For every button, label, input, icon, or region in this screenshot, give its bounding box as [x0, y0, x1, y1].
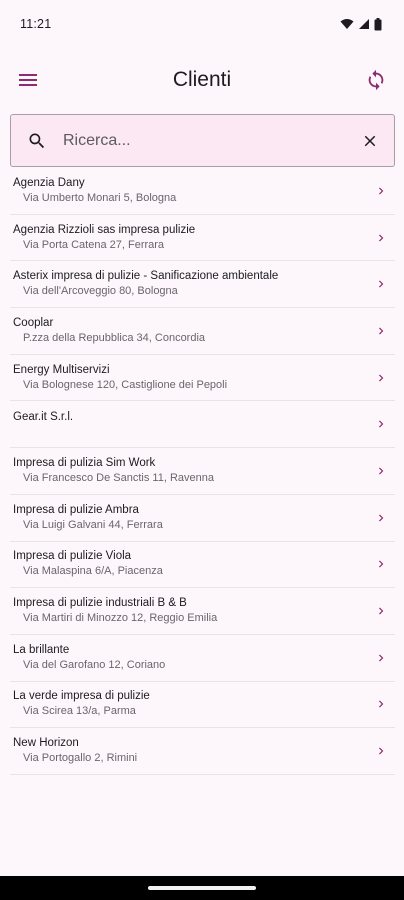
system-nav-bar: [0, 876, 404, 900]
sync-icon: [368, 69, 384, 91]
client-name: Asterix impresa di pulizie - Sanificazio…: [13, 270, 279, 283]
client-row[interactable]: Gear.it S.r.l.: [10, 401, 395, 449]
menu-icon: [19, 74, 37, 86]
chevron-right-icon[interactable]: [373, 556, 389, 572]
chevron-right-icon[interactable]: [373, 650, 389, 666]
client-text: Impresa di pulizie industriali B & B Via…: [13, 596, 217, 626]
clear-search-button[interactable]: [358, 129, 382, 153]
client-address: Via del Garofano 12, Coriano: [23, 658, 166, 671]
client-text: Impresa di pulizia Sim Work Via Francesc…: [13, 456, 214, 486]
wifi-icon: [340, 19, 354, 29]
client-list: Agenzia Dany Via Umberto Monari 5, Bolog…: [10, 168, 395, 775]
client-address: Via Portogallo 2, Rimini: [23, 752, 138, 765]
client-text: Agenzia Dany Via Umberto Monari 5, Bolog…: [13, 176, 176, 206]
chevron-right-icon[interactable]: [373, 370, 389, 386]
client-row[interactable]: Cooplar P.zza della Repubblica 34, Conco…: [10, 308, 395, 355]
chevron-right-icon[interactable]: [373, 463, 389, 479]
client-text: New Horizon Via Portogallo 2, Rimini: [13, 736, 137, 766]
client-address: Via Porta Catena 27, Ferrara: [23, 238, 165, 251]
chevron-right-icon[interactable]: [373, 323, 389, 339]
client-text: Impresa di pulizie Viola Via Malaspina 6…: [13, 549, 163, 579]
client-row[interactable]: Impresa di pulizie Viola Via Malaspina 6…: [10, 542, 395, 589]
menu-button[interactable]: [10, 62, 46, 98]
client-address: Via Martiri di Minozzo 12, Reggio Emilia: [23, 612, 218, 625]
status-bar: 11:21: [0, 0, 404, 48]
client-row[interactable]: Impresa di pulizie industriali B & B Via…: [10, 588, 395, 635]
client-name: La verde impresa di pulizie: [13, 690, 150, 703]
client-address: P.zza della Repubblica 34, Concordia: [23, 331, 206, 344]
page-title: Clienti: [172, 68, 232, 91]
chevron-right-icon[interactable]: [373, 603, 389, 619]
client-name: Impresa di pulizia Sim Work: [13, 456, 156, 469]
search-input[interactable]: [63, 131, 358, 150]
app-bar: Clienti: [0, 56, 404, 104]
client-address: Via Francesco De Sanctis 11, Ravenna: [23, 471, 214, 484]
client-text: Energy Multiservizi Via Bolognese 120, C…: [13, 363, 227, 393]
client-text: La verde impresa di pulizie Via Scirea 1…: [13, 689, 150, 719]
chevron-right-icon[interactable]: [373, 696, 389, 712]
client-address: Via dell'Arcoveggio 80, Bologna: [23, 285, 178, 298]
sync-button[interactable]: [358, 62, 394, 98]
client-name: Cooplar: [13, 316, 54, 329]
client-name: Agenzia Dany: [13, 176, 85, 189]
client-row[interactable]: New Horizon Via Portogallo 2, Rimini: [10, 728, 395, 775]
client-name: Impresa di pulizie industriali B & B: [13, 597, 187, 610]
client-row[interactable]: Impresa di pulizie Ambra Via Luigi Galva…: [10, 495, 395, 542]
client-name: New Horizon: [13, 737, 79, 750]
status-icons: [340, 17, 382, 31]
client-name: Impresa di pulizie Ambra: [13, 503, 139, 516]
client-row[interactable]: Energy Multiservizi Via Bolognese 120, C…: [10, 355, 395, 402]
client-name: Gear.it S.r.l.: [13, 410, 74, 423]
client-name: Energy Multiservizi: [13, 363, 110, 376]
client-text: Asterix impresa di pulizie - Sanificazio…: [13, 269, 278, 299]
client-row[interactable]: La verde impresa di pulizie Via Scirea 1…: [10, 682, 395, 729]
client-text: Gear.it S.r.l.: [13, 411, 73, 425]
client-name: Impresa di pulizie Viola: [13, 550, 132, 563]
client-row[interactable]: Asterix impresa di pulizie - Sanificazio…: [10, 261, 395, 309]
chevron-right-icon[interactable]: [373, 510, 389, 526]
chevron-right-icon[interactable]: [373, 230, 389, 246]
client-text: La brillante Via del Garofano 12, Corian…: [13, 643, 165, 673]
chevron-right-icon[interactable]: [373, 743, 389, 759]
client-address: Via Scirea 13/a, Parma: [23, 705, 136, 718]
client-address: Via Malaspina 6/A, Piacenza: [23, 565, 163, 578]
client-row[interactable]: La brillante Via del Garofano 12, Corian…: [10, 635, 395, 682]
client-text: Cooplar P.zza della Repubblica 34, Conco…: [13, 316, 205, 346]
home-handle[interactable]: [148, 886, 256, 890]
client-address: Via Umberto Monari 5, Bologna: [23, 191, 177, 204]
chevron-right-icon[interactable]: [373, 183, 389, 199]
client-row[interactable]: Agenzia Dany Via Umberto Monari 5, Bolog…: [10, 168, 395, 215]
client-address: Via Luigi Galvani 44, Ferrara: [23, 518, 163, 531]
client-name: La brillante: [13, 643, 70, 656]
status-time: 11:21: [20, 17, 52, 31]
battery-icon: [374, 17, 382, 30]
chevron-right-icon[interactable]: [373, 416, 389, 432]
client-address: Via Bolognese 120, Castiglione dei Pepol…: [23, 378, 228, 391]
signal-icon: [359, 19, 369, 29]
search-bar: [10, 114, 395, 167]
client-row[interactable]: Impresa di pulizia Sim Work Via Francesc…: [10, 448, 395, 495]
client-name: Agenzia Rizzioli sas impresa pulizie: [13, 223, 196, 236]
close-icon: [364, 135, 376, 146]
client-text: Agenzia Rizzioli sas impresa pulizie Via…: [13, 223, 195, 253]
chevron-right-icon[interactable]: [373, 276, 389, 292]
client-text: Impresa di pulizie Ambra Via Luigi Galva…: [13, 503, 163, 533]
search-icon: [25, 129, 49, 153]
client-row[interactable]: Agenzia Rizzioli sas impresa pulizie Via…: [10, 215, 395, 262]
